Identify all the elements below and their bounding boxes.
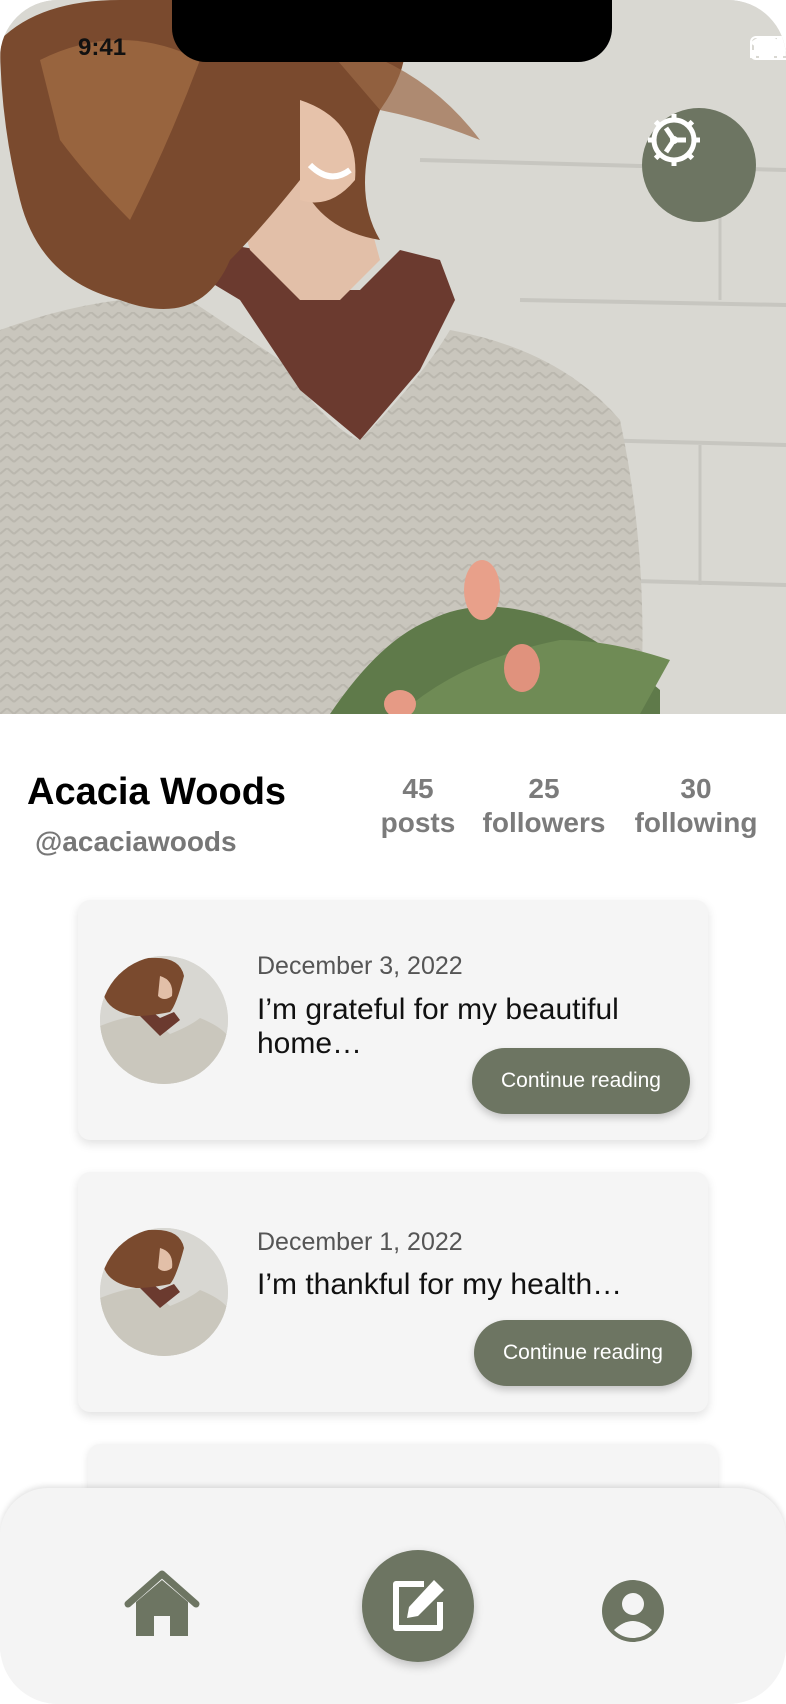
- nav-profile-button[interactable]: [602, 1580, 664, 1642]
- stat-posts[interactable]: 45 posts: [376, 772, 460, 840]
- post-card[interactable]: December 3, 2022 I’m grateful for my bea…: [78, 900, 708, 1140]
- bottom-nav: [0, 1488, 786, 1704]
- stat-posts-label: posts: [380, 807, 456, 838]
- stat-followers-value: 25: [528, 773, 560, 804]
- cover-photo: 9:41: [0, 0, 786, 714]
- battery-icon: [750, 36, 786, 60]
- stat-following-label: following: [634, 807, 758, 838]
- stat-followers[interactable]: 25 followers: [476, 772, 612, 840]
- post-avatar: [100, 956, 228, 1084]
- continue-reading-button[interactable]: Continue reading: [474, 1320, 692, 1386]
- nav-compose-button[interactable]: [362, 1550, 474, 1662]
- post-excerpt: I’m thankful for my health…: [257, 1268, 623, 1301]
- home-icon: [124, 1570, 200, 1636]
- status-bar: 9:41: [0, 0, 786, 62]
- stat-posts-value: 45: [402, 773, 434, 804]
- post-card[interactable]: December 1, 2022 I’m thankful for my hea…: [78, 1172, 708, 1412]
- nav-home-button[interactable]: [124, 1570, 200, 1638]
- gear-icon: [648, 114, 700, 166]
- post-avatar-image: [100, 1228, 228, 1356]
- post-avatar: [100, 1228, 228, 1356]
- post-date: December 1, 2022: [257, 1228, 463, 1256]
- profile-handle: @acaciawoods: [35, 826, 237, 857]
- settings-button[interactable]: [642, 108, 756, 222]
- post-date: December 3, 2022: [257, 952, 463, 980]
- profile-icon: [602, 1580, 664, 1642]
- post-avatar-image: [100, 956, 228, 1084]
- stat-followers-label: followers: [482, 807, 606, 838]
- stat-following-value: 30: [680, 773, 712, 804]
- continue-reading-button[interactable]: Continue reading: [472, 1048, 690, 1114]
- status-time: 9:41: [78, 34, 127, 61]
- app-screen: 9:41 Acacia Woods @acaciawoods 45 posts …: [0, 0, 786, 1704]
- profile-name: Acacia Woods: [27, 771, 287, 813]
- compose-icon: [393, 1580, 444, 1631]
- stat-following[interactable]: 30 following: [628, 772, 764, 840]
